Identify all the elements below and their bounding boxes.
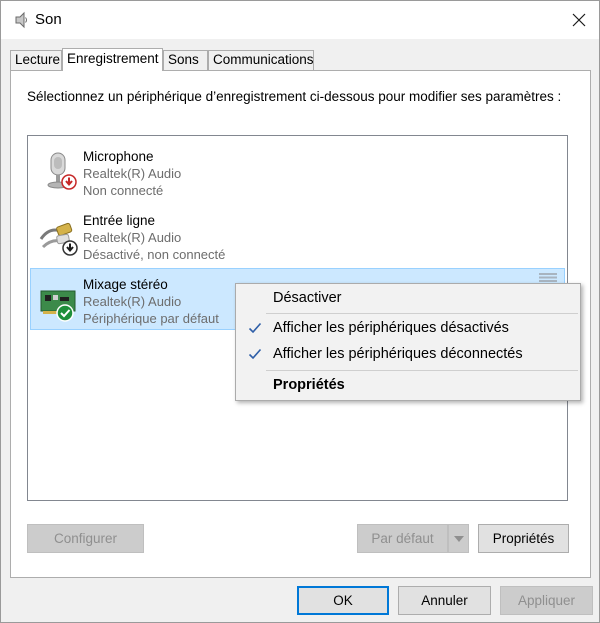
- menu-item-show-disconnected[interactable]: Afficher les périphériques déconnectés: [238, 342, 578, 368]
- apply-button[interactable]: Appliquer: [500, 586, 593, 615]
- tab-sons[interactable]: Sons: [163, 50, 208, 70]
- tab-communications[interactable]: Communications: [208, 50, 314, 70]
- set-default-dropdown-button[interactable]: [448, 524, 469, 553]
- button-label: Par défaut: [371, 531, 434, 546]
- instruction-text: Sélectionnez un périphérique d’enregistr…: [27, 89, 562, 104]
- speaker-icon: [15, 11, 27, 29]
- device-status: Périphérique par défaut: [83, 311, 219, 326]
- checkmark-icon: [248, 348, 262, 360]
- disconnected-badge-icon: [61, 174, 77, 190]
- window-title: Son: [35, 11, 62, 28]
- menu-item-show-disabled[interactable]: Afficher les périphériques désactivés: [238, 316, 578, 342]
- properties-button[interactable]: Propriétés: [478, 524, 569, 553]
- line-in-jack-icon: [39, 222, 78, 256]
- button-label: OK: [333, 593, 353, 608]
- device-status: Non connecté: [83, 183, 164, 198]
- configure-button[interactable]: Configurer: [27, 524, 144, 553]
- device-name: Entrée ligne: [83, 213, 156, 228]
- button-label: Appliquer: [517, 593, 576, 608]
- close-button[interactable]: [563, 5, 595, 35]
- menu-item-label: Propriétés: [273, 377, 345, 393]
- sound-card-icon: [40, 290, 76, 322]
- microphone-icon: [47, 152, 77, 190]
- default-check-badge-icon: [56, 304, 74, 322]
- disabled-badge-icon: [62, 240, 78, 256]
- tab-label: Lecture: [15, 52, 61, 67]
- button-label: Annuler: [421, 593, 468, 608]
- device-name: Mixage stéréo: [83, 277, 168, 292]
- menu-separator: [266, 313, 578, 314]
- button-label: Propriétés: [492, 531, 555, 546]
- chevron-down-icon: [453, 535, 464, 542]
- menu-item-label: Afficher les périphériques désactivés: [273, 320, 509, 336]
- tab-label: Enregistrement: [67, 51, 159, 66]
- menu-item-disable[interactable]: Désactiver: [238, 286, 578, 312]
- device-driver: Realtek(R) Audio: [83, 294, 182, 309]
- ok-button[interactable]: OK: [297, 586, 389, 615]
- level-meter-icon: [539, 273, 557, 282]
- context-menu: Désactiver Afficher les périphériques dé…: [235, 283, 581, 401]
- checkmark-icon: [248, 322, 262, 334]
- cancel-button[interactable]: Annuler: [398, 586, 491, 615]
- tab-label: Communications: [213, 52, 314, 67]
- device-name: Microphone: [83, 149, 154, 164]
- device-item-line-in[interactable]: Entrée ligne Realtek(R) Audio Désactivé,…: [30, 204, 565, 266]
- device-status: Désactivé, non connecté: [83, 247, 226, 262]
- menu-item-label: Désactiver: [273, 290, 342, 306]
- tab-label: Sons: [168, 52, 199, 67]
- close-icon: [572, 13, 586, 27]
- menu-item-label: Afficher les périphériques déconnectés: [273, 346, 523, 362]
- title-bar: Son: [1, 1, 599, 39]
- tab-lecture[interactable]: Lecture: [10, 50, 62, 70]
- device-driver: Realtek(R) Audio: [83, 230, 182, 245]
- device-driver: Realtek(R) Audio: [83, 166, 182, 181]
- tab-enregistrement[interactable]: Enregistrement: [62, 48, 163, 71]
- sound-dialog: Son Lecture Enregistrement Sons Communic…: [0, 0, 600, 623]
- device-item-microphone[interactable]: Microphone Realtek(R) Audio Non connecté: [30, 140, 565, 202]
- set-default-button[interactable]: Par défaut: [357, 524, 448, 553]
- menu-item-properties[interactable]: Propriétés: [238, 373, 578, 399]
- button-label: Configurer: [53, 531, 118, 546]
- menu-separator: [266, 370, 578, 371]
